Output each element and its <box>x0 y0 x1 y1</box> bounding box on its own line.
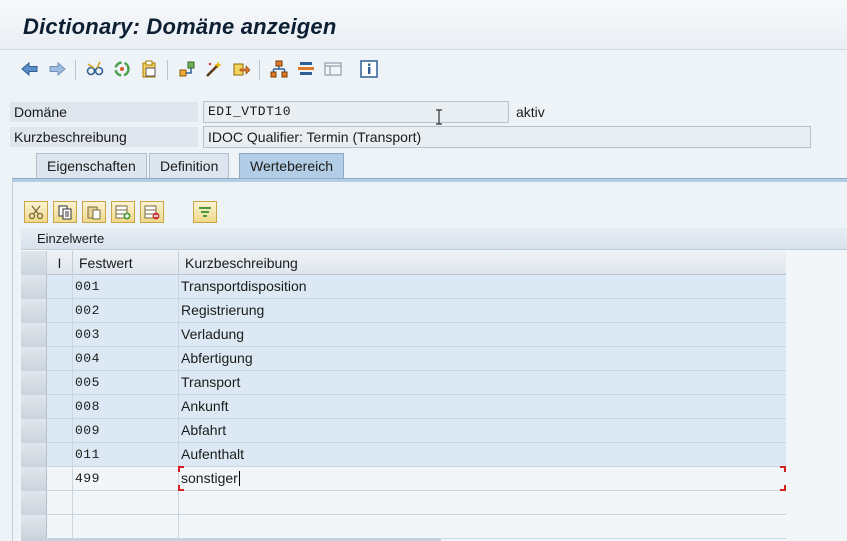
domain-status: aktiv <box>516 104 545 120</box>
table-header-row: I Festwert Kurzbeschreibung <box>21 251 786 275</box>
copy-icon[interactable] <box>53 201 77 223</box>
table-section-header: Einzelwerte <box>21 228 847 250</box>
table-row[interactable]: 009 Abfahrt <box>21 419 786 443</box>
domain-label: Domäne <box>14 104 67 120</box>
table-row[interactable]: 008 Ankunft <box>21 395 786 419</box>
activate-icon[interactable] <box>111 58 133 80</box>
forward-icon[interactable] <box>46 58 68 80</box>
table-row[interactable]: 011 Aufenthalt <box>21 443 786 467</box>
delete-row-icon[interactable] <box>140 201 164 223</box>
page-title: Dictionary: Domäne anzeigen <box>23 14 337 39</box>
tab-eigenschaften[interactable]: Eigenschaften <box>36 153 147 179</box>
kurzbeschreibung-cell[interactable]: Ankunft <box>179 395 786 418</box>
table-section-title: Einzelwerte <box>37 231 105 246</box>
table-row[interactable]: 004 Abfertigung <box>21 347 786 371</box>
row-selector[interactable] <box>21 371 47 394</box>
festwert-cell[interactable]: 008 <box>73 395 179 418</box>
table-row[interactable]: 003 Verladung <box>21 323 786 347</box>
glasses-icon[interactable] <box>84 58 106 80</box>
row-selector[interactable] <box>21 275 47 298</box>
kurzbeschreibung-cell[interactable]: Abfertigung <box>179 347 786 370</box>
short-description-label: Kurzbeschreibung <box>14 129 127 145</box>
row-selector[interactable] <box>21 347 47 370</box>
row-selector[interactable] <box>21 395 47 418</box>
column-header-festwert[interactable]: Festwert <box>73 251 179 275</box>
insert-row-icon[interactable] <box>111 201 135 223</box>
magic-wand-icon[interactable] <box>203 58 225 80</box>
kurzbeschreibung-cell[interactable]: Transportdisposition <box>179 275 786 298</box>
stack-icon[interactable] <box>295 58 317 80</box>
festwert-cell[interactable]: 001 <box>73 275 179 298</box>
row-selector[interactable] <box>21 299 47 322</box>
table-row[interactable]: 005 Transport <box>21 371 786 395</box>
tab-wertebereich[interactable]: Wertebereich <box>239 153 345 179</box>
kurzbeschreibung-cell[interactable]: Abfahrt <box>179 419 786 442</box>
festwert-cell[interactable]: 003 <box>73 323 179 346</box>
column-header-i[interactable]: I <box>47 251 73 275</box>
cut-icon[interactable] <box>24 201 48 223</box>
table-row-empty[interactable] <box>21 515 786 539</box>
table-row[interactable]: 001 Transportdisposition <box>21 275 786 299</box>
focus-corner <box>178 466 184 472</box>
row-selector[interactable] <box>21 491 47 514</box>
info-icon[interactable] <box>358 58 380 80</box>
domain-field[interactable]: EDI_VTDT10 <box>203 101 509 123</box>
text-caret <box>238 471 240 486</box>
title-bar: Dictionary: Domäne anzeigen <box>0 0 847 50</box>
kurzbeschreibung-input-value: sonstiger <box>181 470 238 486</box>
kurzbeschreibung-input[interactable]: sonstiger <box>179 467 786 490</box>
layout-icon[interactable] <box>322 58 344 80</box>
row-selector[interactable] <box>21 419 47 442</box>
row-selector[interactable] <box>21 323 47 346</box>
hierarchy-icon[interactable] <box>268 58 290 80</box>
text-cursor-icon <box>435 109 443 125</box>
table-row-empty[interactable] <box>21 491 786 515</box>
table-row[interactable]: 002 Registrierung <box>21 299 786 323</box>
festwert-cell[interactable]: 005 <box>73 371 179 394</box>
table-row-focused[interactable]: 499 sonstiger <box>21 466 786 491</box>
transport-icon[interactable] <box>230 58 252 80</box>
festwert-cell[interactable]: 499 <box>73 467 179 490</box>
select-all-cell[interactable] <box>21 251 47 275</box>
tab-definition[interactable]: Definition <box>149 153 230 179</box>
back-icon[interactable] <box>19 58 41 80</box>
row-selector[interactable] <box>21 443 47 466</box>
festwert-cell[interactable]: 002 <box>73 299 179 322</box>
kurzbeschreibung-cell[interactable]: Registrierung <box>179 299 786 322</box>
kurzbeschreibung-cell[interactable]: Verladung <box>179 323 786 346</box>
clipboard-icon[interactable] <box>138 58 160 80</box>
kurzbeschreibung-cell[interactable]: Transport <box>179 371 786 394</box>
festwert-cell[interactable]: 011 <box>73 443 179 466</box>
festwert-cell[interactable]: 009 <box>73 419 179 442</box>
application-toolbar <box>0 50 847 90</box>
festwert-cell[interactable]: 004 <box>73 347 179 370</box>
short-description-field[interactable]: IDOC Qualifier: Termin (Transport) <box>203 126 811 148</box>
row-selector[interactable] <box>21 515 47 538</box>
column-header-kurzbeschreibung[interactable]: Kurzbeschreibung <box>179 251 786 275</box>
kurzbeschreibung-cell[interactable]: Aufenthalt <box>179 443 786 466</box>
row-selector[interactable] <box>21 467 47 490</box>
focus-corner <box>780 466 786 472</box>
filter-icon[interactable] <box>193 201 217 223</box>
where-used-icon[interactable] <box>176 58 198 80</box>
paste-icon[interactable] <box>82 201 106 223</box>
